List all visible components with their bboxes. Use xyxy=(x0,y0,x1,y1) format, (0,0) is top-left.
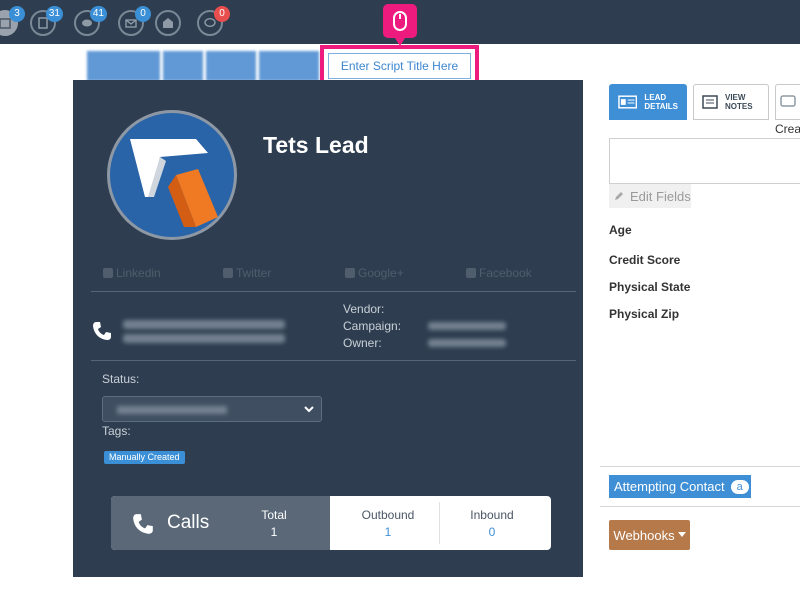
calls-summary-bar: Calls Total 1 Outbound 1 Inbound 0 xyxy=(111,496,551,550)
divider xyxy=(91,360,576,361)
tab-messages[interactable] xyxy=(775,84,800,120)
lead-card: Tets Lead Linkedin Twitter Google+ Faceb… xyxy=(73,80,583,577)
envelope-open-icon[interactable] xyxy=(155,10,181,36)
status-badge: a xyxy=(730,479,749,494)
tag-chip[interactable]: Manually Created xyxy=(104,451,185,464)
status-label: Status: xyxy=(102,372,140,386)
top-navigation-bar: 3 31 41 0 0 xyxy=(0,0,800,46)
script-tab-blurred[interactable] xyxy=(87,51,160,81)
lead-avatar xyxy=(107,110,237,240)
calls-label: Calls xyxy=(167,512,210,533)
tab-view-notes[interactable]: VIEW NOTES xyxy=(693,84,769,120)
document-icon[interactable]: 31 xyxy=(30,6,63,36)
id-card-icon xyxy=(618,95,638,109)
chevron-down-icon xyxy=(304,406,314,413)
campaign-value-blurred xyxy=(428,322,506,330)
chat-bubbles-icon[interactable]: 41 xyxy=(74,6,107,36)
google-plus-link[interactable]: Google+ xyxy=(345,266,404,280)
tab-lead-details[interactable]: LEAD DETAILS xyxy=(609,84,687,120)
linkedin-link[interactable]: Linkedin xyxy=(103,266,161,280)
notes-icon xyxy=(702,95,718,109)
field-label-credit-score: Credit Score xyxy=(609,253,681,267)
pencil-icon xyxy=(615,192,623,200)
outbound-calls-label: Outbound xyxy=(361,508,415,522)
comment-icon[interactable]: 0 xyxy=(197,6,230,36)
edit-fields-button[interactable]: Edit Fields xyxy=(609,184,691,208)
twitter-icon xyxy=(223,268,233,278)
facebook-icon xyxy=(466,268,476,278)
attempting-contact-button[interactable]: Attempting Contact a xyxy=(609,475,751,498)
field-label-age: Age xyxy=(609,223,632,237)
twitter-link[interactable]: Twitter xyxy=(223,266,271,280)
script-tab-blurred[interactable] xyxy=(206,51,256,81)
create-label: Crea xyxy=(775,122,800,136)
comment-icon xyxy=(780,95,796,107)
divider xyxy=(600,506,800,507)
inbound-calls-value[interactable]: 0 xyxy=(451,525,533,539)
phone-icon xyxy=(133,514,153,534)
status-select[interactable] xyxy=(102,396,322,422)
webhooks-dropdown-button[interactable]: Webhooks xyxy=(609,520,690,550)
phone-icon[interactable] xyxy=(91,320,113,342)
owner-value-blurred xyxy=(428,339,506,347)
notification-badge: 31 xyxy=(45,6,63,22)
company-logo-icon xyxy=(130,139,218,227)
caret-down-icon xyxy=(677,532,686,537)
note-textarea[interactable] xyxy=(609,138,800,184)
field-label-physical-state: Physical State xyxy=(609,280,691,294)
owner-label: Owner: xyxy=(343,336,382,350)
status-value-blurred xyxy=(117,406,227,414)
notification-badge: 3 xyxy=(9,6,25,22)
notification-badge: 0 xyxy=(135,6,151,22)
google-plus-icon xyxy=(345,268,355,278)
calls-header: Calls Total 1 xyxy=(111,496,330,550)
mouse-click-marker-icon xyxy=(383,4,417,46)
total-calls-label: Total xyxy=(261,508,287,522)
script-tab-blurred[interactable] xyxy=(163,51,203,81)
divider xyxy=(91,291,576,292)
email-blurred xyxy=(123,334,285,343)
vendor-label: Vendor: xyxy=(343,302,385,316)
notification-badge: 0 xyxy=(214,6,230,22)
outbound-calls-value[interactable]: 1 xyxy=(347,525,429,539)
script-title-tab[interactable]: Enter Script Title Here xyxy=(328,53,471,79)
notification-badge: 41 xyxy=(89,6,107,22)
script-tab-blurred[interactable] xyxy=(259,51,319,81)
total-calls-value: 1 xyxy=(270,525,278,539)
field-label-physical-zip: Physical Zip xyxy=(609,307,680,321)
inbound-calls-label: Inbound xyxy=(470,508,514,522)
lead-name: Tets Lead xyxy=(263,132,369,158)
envelope-icon[interactable]: 0 xyxy=(118,6,151,36)
tags-label: Tags: xyxy=(102,424,131,438)
facebook-link[interactable]: Facebook xyxy=(466,266,532,280)
linkedin-icon xyxy=(103,268,113,278)
divider xyxy=(439,502,440,544)
calendar-icon[interactable]: 3 xyxy=(0,6,25,36)
campaign-label: Campaign: xyxy=(343,319,402,333)
divider xyxy=(600,466,800,467)
phone-number-blurred xyxy=(123,320,285,329)
